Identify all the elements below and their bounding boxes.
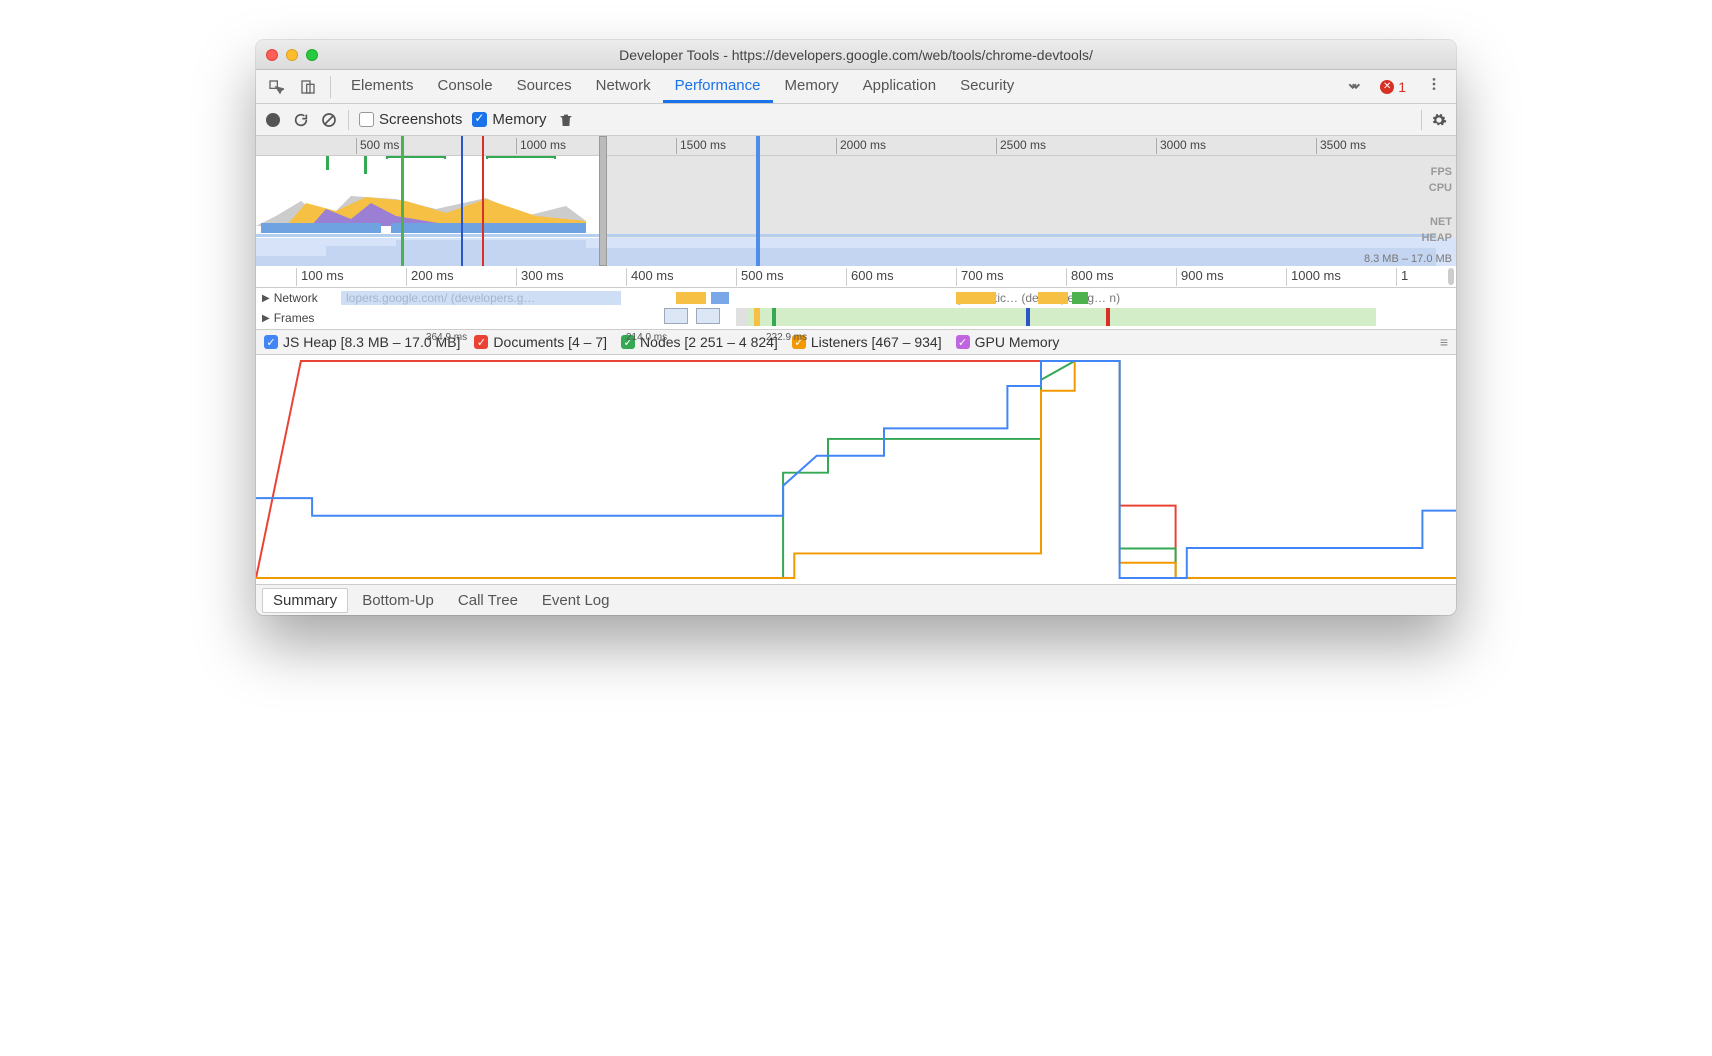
window-titlebar: Developer Tools - https://developers.goo… — [256, 40, 1456, 70]
checkbox-icon — [956, 335, 970, 349]
tab-call-tree[interactable]: Call Tree — [448, 589, 528, 612]
details-tabs: Summary Bottom-Up Call Tree Event Log — [256, 585, 1456, 615]
inspect-element-icon[interactable] — [262, 75, 290, 99]
detail-ruler[interactable]: 100 ms 200 ms 300 ms 400 ms 500 ms 600 m… — [256, 266, 1456, 288]
error-count-badge[interactable]: ✕ 1 — [1372, 79, 1414, 95]
overview-ruler: 500 ms 1000 ms 1500 ms 2000 ms 2500 ms 3… — [256, 136, 1456, 156]
error-icon: ✕ — [1380, 80, 1394, 94]
tab-network[interactable]: Network — [584, 71, 663, 102]
tab-sources[interactable]: Sources — [505, 71, 584, 102]
performance-toolbar: Screenshots Memory — [256, 104, 1456, 136]
tab-security[interactable]: Security — [948, 71, 1026, 102]
tab-bottom-up[interactable]: Bottom-Up — [352, 589, 444, 612]
panel-tabs: Elements Console Sources Network Perform… — [339, 71, 1336, 102]
clear-button[interactable] — [320, 111, 338, 129]
legend-listeners[interactable]: Listeners [467 – 934] — [792, 334, 942, 350]
cpu-chart — [256, 191, 586, 226]
tab-performance[interactable]: Performance — [663, 71, 773, 103]
garbage-collect-button[interactable] — [557, 111, 575, 129]
checkbox-icon — [359, 112, 374, 127]
legend-menu-icon[interactable]: ≡ — [1440, 334, 1448, 350]
frames-strip — [736, 308, 1376, 326]
tab-elements[interactable]: Elements — [339, 71, 426, 102]
tab-event-log[interactable]: Event Log — [532, 589, 620, 612]
memory-checkbox[interactable]: Memory — [472, 111, 546, 128]
kebab-menu-icon[interactable] — [1418, 72, 1450, 101]
screenshots-label: Screenshots — [379, 111, 462, 128]
memory-chart[interactable] — [256, 355, 1456, 585]
window-title: Developer Tools - https://developers.goo… — [256, 47, 1456, 63]
expand-triangle-icon[interactable]: ▶ — [262, 293, 270, 304]
tab-application[interactable]: Application — [851, 71, 948, 102]
capture-settings-gear-icon[interactable] — [1430, 111, 1448, 129]
scrollbar[interactable] — [1448, 268, 1454, 285]
devtools-window: Developer Tools - https://developers.goo… — [256, 40, 1456, 615]
tab-console[interactable]: Console — [426, 71, 505, 102]
overview-section-labels: FPS CPU NET HEAP — [1421, 164, 1452, 246]
devtools-tabbar: Elements Console Sources Network Perform… — [256, 70, 1456, 104]
checkbox-icon — [264, 335, 278, 349]
tab-summary[interactable]: Summary — [262, 588, 348, 613]
checkbox-icon — [474, 335, 488, 349]
checkbox-icon — [472, 112, 487, 127]
flamechart-tracks[interactable]: ▶ Network lopers.google.com/ (developers… — [256, 288, 1456, 330]
legend-documents[interactable]: Documents [4 – 7] — [474, 334, 607, 350]
overview-timeline[interactable]: 500 ms 1000 ms 1500 ms 2000 ms 2500 ms 3… — [256, 136, 1456, 266]
device-toolbar-icon[interactable] — [294, 75, 322, 99]
screenshots-checkbox[interactable]: Screenshots — [359, 111, 462, 128]
expand-triangle-icon[interactable]: ▶ — [262, 313, 270, 324]
legend-gpu[interactable]: GPU Memory — [956, 334, 1060, 350]
selection-handle[interactable] — [599, 136, 607, 266]
reload-record-button[interactable] — [292, 111, 310, 129]
tab-memory[interactable]: Memory — [773, 71, 851, 102]
error-count: 1 — [1398, 79, 1406, 95]
network-track-header[interactable]: ▶ Network lopers.google.com/ (developers… — [256, 288, 1456, 308]
heap-range-label: 8.3 MB – 17.0 MB — [1364, 253, 1452, 265]
memory-label: Memory — [492, 111, 546, 128]
record-button[interactable] — [264, 111, 282, 129]
more-tabs-chevron-icon[interactable] — [1340, 75, 1368, 99]
